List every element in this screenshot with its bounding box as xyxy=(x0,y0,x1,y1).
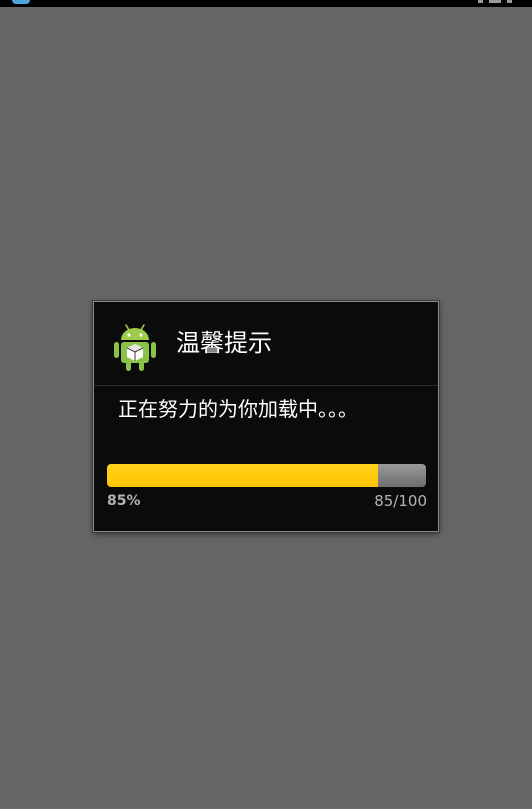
notification-icon xyxy=(12,0,30,4)
wifi-icon xyxy=(489,0,501,3)
header-divider xyxy=(94,385,438,386)
status-icons xyxy=(478,0,512,4)
dialog-message: 正在努力的为你加载中。。。 xyxy=(118,397,358,421)
progress-fill xyxy=(107,464,379,487)
dialog-title: 温馨提示 xyxy=(176,329,272,357)
progress-percent-label: 85% xyxy=(107,493,141,509)
dialog-header: 温馨提示 xyxy=(94,302,438,385)
progress-dialog: 温馨提示 正在努力的为你加载中。。。 85% 85/100 xyxy=(93,301,439,532)
progress-count-label: 85/100 xyxy=(374,492,427,510)
android-icon xyxy=(112,322,158,372)
status-bar xyxy=(0,0,532,7)
battery-icon xyxy=(507,0,512,3)
signal-icon xyxy=(478,0,483,3)
progress-bar xyxy=(107,464,426,487)
